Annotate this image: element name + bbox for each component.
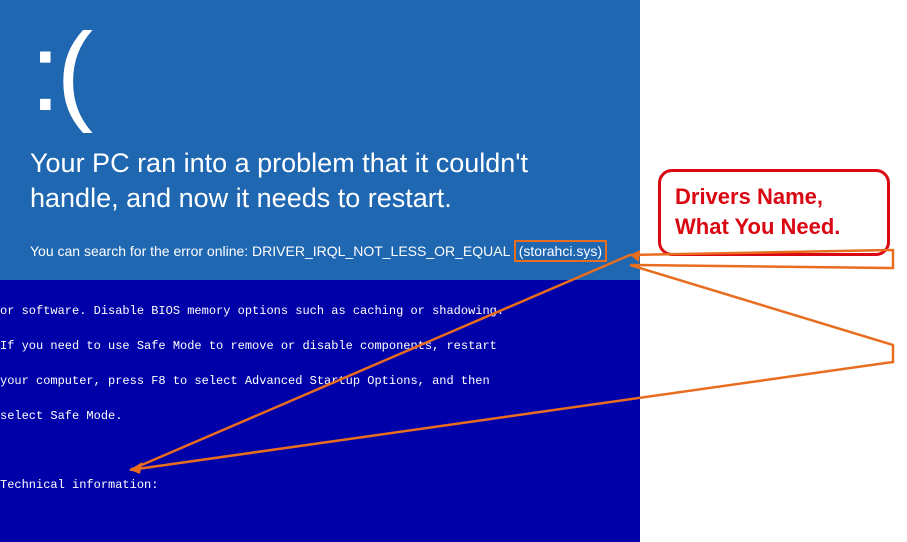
tech-info-header: Technical information: <box>0 477 640 494</box>
bsod-error-prefix: You can search for the error online: DRI… <box>30 243 514 259</box>
sad-face-icon: :( <box>30 18 610 128</box>
classic-line: your computer, press F8 to select Advanc… <box>0 373 640 390</box>
annotation-callout: Drivers Name, What You Need. <box>658 169 890 256</box>
blank-line <box>0 512 640 529</box>
bsod-headline: Your PC ran into a problem that it could… <box>30 146 610 216</box>
blank-line <box>0 443 640 460</box>
classic-line: or software. Disable BIOS memory options… <box>0 303 640 320</box>
callout-line2: What You Need. <box>675 212 873 242</box>
classic-line: If you need to use Safe Mode to remove o… <box>0 338 640 355</box>
classic-line: select Safe Mode. <box>0 408 640 425</box>
classic-bsod-panel: or software. Disable BIOS memory options… <box>0 280 640 542</box>
callout-line1: Drivers Name, <box>675 182 873 212</box>
bsod-error-line: You can search for the error online: DRI… <box>30 240 610 262</box>
modern-bsod-panel: :( Your PC ran into a problem that it co… <box>0 0 640 280</box>
driver-name-highlight-modern: (storahci.sys) <box>514 240 607 262</box>
